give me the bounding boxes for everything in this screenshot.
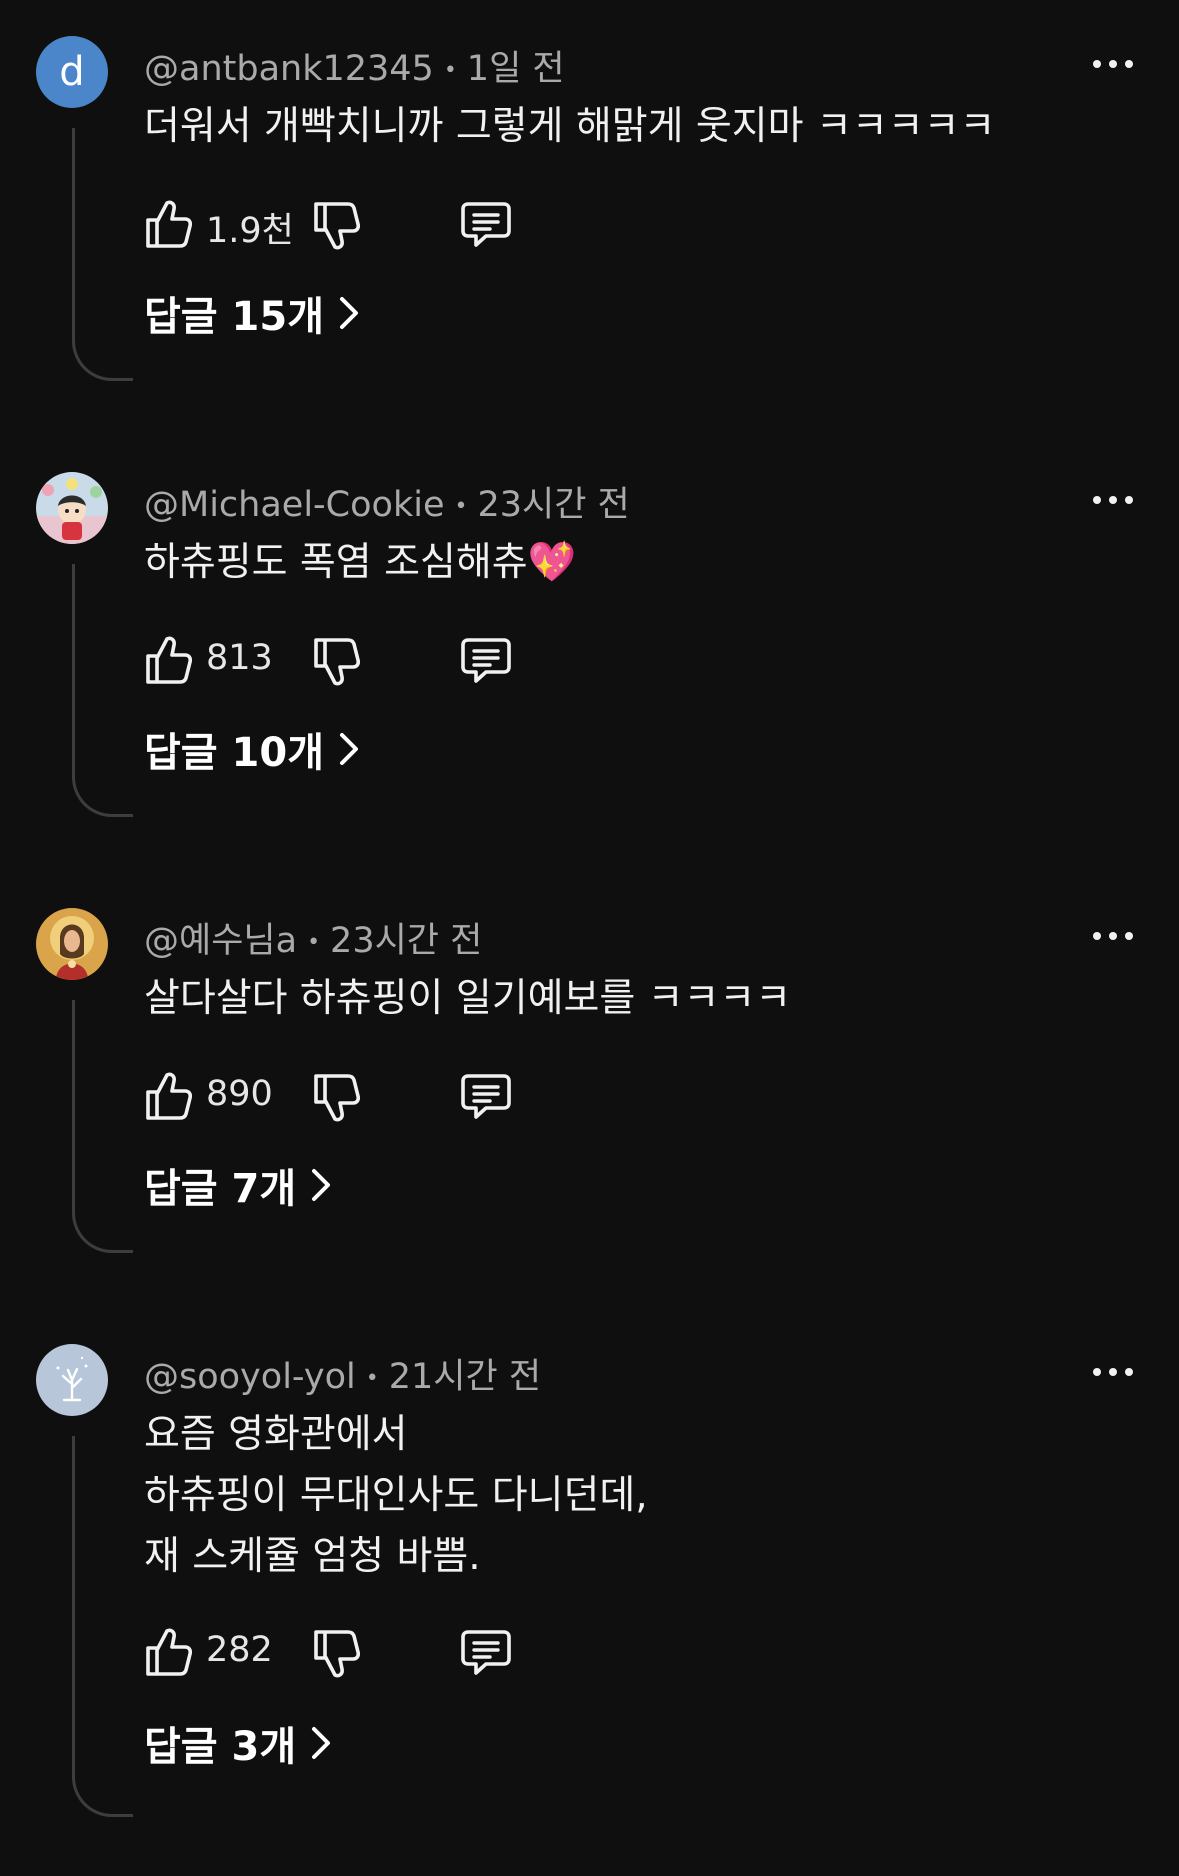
thumbs-down-icon[interactable] (312, 1072, 360, 1124)
comment-meta: @Michael-Cookie • 23시간 전 (144, 476, 630, 527)
thread-line (72, 1436, 133, 1817)
author-name[interactable]: @예수님a (144, 921, 297, 961)
separator-dot: • (443, 57, 457, 83)
replies-button[interactable]: 답글 7개 (144, 1156, 332, 1214)
comment-icon[interactable] (460, 1628, 512, 1678)
comment-meta: @예수님a • 23시간 전 (144, 912, 482, 963)
thumbs-down-icon[interactable] (312, 200, 360, 252)
comment-icon[interactable] (460, 636, 512, 686)
comment: @예수님a • 23시간 전 살다살다 하츄핑이 일기예보를 ㅋㅋㅋㅋ 890 답글… (0, 908, 1179, 1268)
separator-dot: • (454, 493, 468, 519)
comment-line: 재 스케쥴 엄청 바쁨. (144, 1534, 481, 1579)
author-name[interactable]: @antbank12345 (144, 49, 434, 89)
more-dots-icon[interactable] (1091, 1356, 1135, 1388)
comment-text: 살다살다 하츄핑이 일기예보를 ㅋㅋㅋㅋ (144, 968, 791, 1029)
comment-line: 더워서 개빡치니까 그렇게 해맑게 웃지마 ㅋㅋㅋㅋㅋ (144, 104, 996, 149)
thread-line (72, 1000, 133, 1253)
thumbs-up-icon[interactable] (144, 198, 192, 250)
timestamp: 23시간 전 (477, 485, 630, 525)
replies-label: 답글 7개 (144, 1166, 297, 1212)
like-count: 1.9천 (206, 211, 294, 251)
chevron-right-icon (312, 1169, 331, 1201)
comment-meta: @antbank12345 • 1일 전 (144, 40, 565, 91)
author-name[interactable]: @Michael-Cookie (144, 485, 444, 525)
comment: d @antbank12345 • 1일 전 더워서 개빡치니까 그렇게 해맑게 웃… (0, 36, 1179, 396)
timestamp: 23시간 전 (330, 921, 483, 961)
character-avatar[interactable] (36, 472, 108, 544)
comment-meta: @sooyol-yol • 21시간 전 (144, 1348, 541, 1399)
replies-label: 답글 10개 (144, 730, 324, 776)
thread-line (72, 128, 133, 381)
comment-icon[interactable] (460, 200, 512, 250)
portrait-avatar[interactable] (36, 908, 108, 980)
separator-dot: • (365, 1365, 379, 1391)
thumbs-up-icon[interactable] (144, 1626, 192, 1678)
replies-button[interactable]: 답글 15개 (144, 284, 360, 342)
thumbs-down-icon[interactable] (312, 1628, 360, 1680)
more-dots-icon[interactable] (1091, 920, 1135, 952)
chevron-right-icon (340, 297, 358, 329)
thumbs-up-icon[interactable] (144, 634, 192, 686)
comment-text: 더워서 개빡치니까 그렇게 해맑게 웃지마 ㅋㅋㅋㅋㅋ (144, 96, 995, 157)
comment-line: 하츄핑도 폭염 조심해츄💖 (144, 540, 577, 585)
comment-line: 하츄핑이 무대인사도 다니던데, (144, 1473, 648, 1518)
timestamp: 1일 전 (466, 49, 565, 89)
more-dots-icon[interactable] (1091, 48, 1135, 80)
plant-avatar[interactable] (36, 1344, 108, 1416)
comment-line: 살다살다 하츄핑이 일기예보를 ㅋㅋㅋㅋ (144, 976, 792, 1021)
replies-button[interactable]: 답글 10개 (144, 720, 360, 778)
author-name[interactable]: @sooyol-yol (144, 1357, 356, 1397)
comment-line: 요즘 영화관에서 (144, 1412, 408, 1457)
chevron-right-icon (312, 1727, 331, 1759)
more-dots-icon[interactable] (1091, 484, 1135, 516)
thumbs-up-icon[interactable] (144, 1070, 192, 1122)
replies-button[interactable]: 답글 3개 (144, 1714, 332, 1772)
separator-dot: • (307, 929, 321, 955)
avatar[interactable]: d (36, 36, 108, 108)
replies-label: 답글 3개 (144, 1724, 297, 1770)
chevron-right-icon (340, 733, 358, 765)
thread-line (72, 564, 133, 817)
like-count: 813 (206, 638, 273, 678)
comment: @Michael-Cookie • 23시간 전 하츄핑도 폭염 조심해츄💖 813… (0, 472, 1179, 832)
replies-label: 답글 15개 (144, 294, 324, 340)
comment-text: 하츄핑도 폭염 조심해츄💖 (144, 532, 576, 593)
comment: @sooyol-yol • 21시간 전 요즘 영화관에서 하츄핑이 무대인사도 다… (0, 1344, 1179, 1824)
like-count: 282 (206, 1630, 273, 1670)
comment-text: 요즘 영화관에서 하츄핑이 무대인사도 다니던데, 재 스케쥴 엄청 바쁨. (144, 1404, 648, 1587)
thumbs-down-icon[interactable] (312, 636, 360, 688)
timestamp: 21시간 전 (388, 1357, 542, 1397)
comment-icon[interactable] (460, 1072, 512, 1122)
like-count: 890 (206, 1074, 273, 1114)
